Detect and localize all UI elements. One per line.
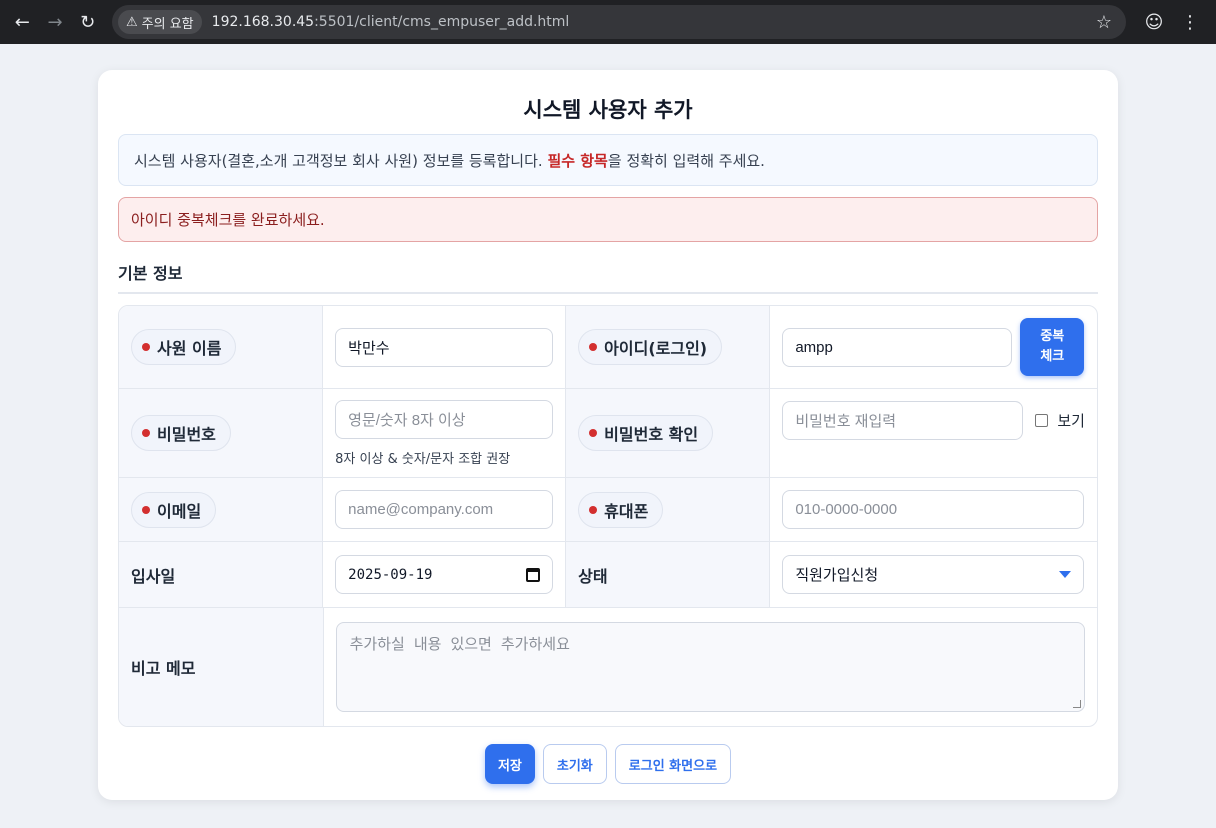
form-row-name-id: 사원 이름 박만수 아이디(로그인) ampp 중복 체크 — [119, 306, 1097, 389]
more-menu-icon[interactable]: ⋮ — [1174, 6, 1206, 38]
form-row-contact: 이메일 name@company.com 휴대폰 010-0000-0000 — [119, 478, 1097, 542]
password-input[interactable]: 영문/숫자 8자 이상 — [335, 399, 554, 439]
name-label: 사원 이름 — [157, 339, 222, 358]
email-input[interactable]: name@company.com — [335, 490, 554, 529]
security-warning-chip[interactable]: ⚠ 주의 요함 — [118, 10, 202, 34]
required-pill: 이메일 — [131, 491, 217, 528]
phone-input[interactable]: 010-0000-0000 — [782, 490, 1085, 529]
warning-triangle-icon: ⚠ — [126, 14, 138, 30]
memo-value-cell: 추가하실 내용 있으면 추가하세요 — [324, 608, 1097, 726]
email-value-cell: name@company.com — [323, 478, 567, 541]
browser-toolbar: ← → ↻ ⚠ 주의 요함 192.168.30.45:5501/client/… — [0, 0, 1216, 44]
name-label-cell: 사원 이름 — [119, 306, 324, 388]
required-pill: 사원 이름 — [131, 329, 237, 365]
phone-value-cell: 010-0000-0000 — [770, 478, 1097, 541]
memo-label-cell: 비고 메모 — [119, 608, 324, 726]
required-dot-icon — [589, 505, 598, 514]
info-box: 시스템 사용자(결혼,소개 고객정보 회사 사원) 정보를 등록합니다. 필수 … — [118, 134, 1098, 186]
alert-box: 아이디 중복체크를 완료하세요. — [118, 197, 1098, 242]
status-label-cell: 상태 — [566, 542, 771, 607]
form-card: 시스템 사용자 추가 시스템 사용자(결혼,소개 고객정보 회사 사원) 정보를… — [98, 70, 1118, 800]
form-row-password: 비밀번호 영문/숫자 8자 이상 8자 이상 & 숫자/문자 조합 권장 비밀번… — [119, 389, 1097, 478]
password-confirm-input[interactable]: 비밀번호 재입력 — [782, 401, 1024, 440]
required-dot-icon — [589, 343, 598, 351]
name-input[interactable]: 박만수 — [335, 327, 554, 367]
password-confirm-value-cell: 비밀번호 재입력 보기 — [770, 389, 1097, 477]
join-date-label-cell: 입사일 — [119, 542, 324, 607]
save-button[interactable]: 저장 — [484, 744, 535, 784]
info-text-suffix: 을 정확히 입력해 주세요. — [607, 151, 765, 170]
bookmark-star-icon[interactable]: ☆ — [1096, 12, 1112, 33]
status-label: 상태 — [578, 566, 608, 586]
required-pill: 휴대폰 — [578, 491, 664, 528]
status-value: 직원가입신청 — [795, 567, 879, 584]
show-password-checkbox[interactable] — [1035, 414, 1049, 427]
password-label: 비밀번호 — [157, 425, 216, 444]
info-required-text: 필수 항목 — [547, 151, 608, 170]
id-label-cell: 아이디(로그인) — [566, 306, 771, 388]
info-text-prefix: 시스템 사용자(결혼,소개 고객정보 회사 사원) 정보를 등록합니다. — [134, 151, 543, 170]
login-screen-button[interactable]: 로그인 화면으로 — [614, 744, 732, 784]
form-row-date-status: 입사일 2025-09-19 상태 직원가입신청 — [119, 542, 1097, 608]
security-label: 주의 요함 — [141, 16, 194, 32]
required-dot-icon — [589, 429, 598, 437]
section-title: 기본 정보 — [118, 260, 1098, 294]
address-bar[interactable]: ⚠ 주의 요함 192.168.30.45:5501/client/cms_em… — [112, 5, 1127, 39]
required-dot-icon — [142, 343, 150, 351]
chevron-down-icon — [1059, 571, 1072, 578]
join-date-value: 2025-09-19 — [348, 566, 433, 583]
url-path: :5501/client/cms_empuser_add.html — [314, 14, 570, 30]
id-value-cell: ampp 중복 체크 — [770, 306, 1097, 388]
calendar-icon[interactable] — [526, 567, 541, 582]
join-date-label: 입사일 — [131, 566, 176, 586]
required-dot-icon — [142, 505, 150, 514]
status-value-cell: 직원가입신청 — [770, 542, 1097, 607]
reload-icon[interactable]: ↻ — [73, 6, 102, 38]
required-pill: 아이디(로그인) — [578, 329, 723, 365]
form-table: 사원 이름 박만수 아이디(로그인) ampp 중복 체크 비밀번호 영문/숫자… — [118, 305, 1098, 727]
phone-label-cell: 휴대폰 — [566, 478, 771, 541]
password-hint: 8자 이상 & 숫자/문자 조합 권장 — [335, 451, 511, 467]
password-confirm-label-cell: 비밀번호 확인 — [566, 389, 771, 477]
memo-textarea[interactable]: 추가하실 내용 있으면 추가하세요 — [335, 622, 1085, 712]
email-label-cell: 이메일 — [119, 478, 324, 541]
resize-handle-icon[interactable] — [1072, 700, 1081, 708]
page-title: 시스템 사용자 추가 — [523, 98, 693, 122]
password-value-cell: 영문/숫자 8자 이상 8자 이상 & 숫자/문자 조합 권장 — [323, 389, 567, 477]
join-date-value-cell: 2025-09-19 — [323, 542, 567, 607]
name-value-cell: 박만수 — [323, 306, 567, 388]
action-bar: 저장 초기화 로그인 화면으로 — [118, 744, 1098, 784]
url-host: 192.168.30.45 — [211, 14, 315, 30]
password-confirm-label: 비밀번호 확인 — [604, 425, 699, 444]
id-label: 아이디(로그인) — [604, 339, 708, 358]
dup-check-line1: 중복 — [1040, 329, 1065, 344]
forward-arrow-icon[interactable]: → — [41, 6, 70, 38]
required-pill: 비밀번호 확인 — [578, 415, 714, 451]
password-label-cell: 비밀번호 — [119, 389, 324, 477]
status-select[interactable]: 직원가입신청 — [782, 555, 1085, 594]
dup-check-line2: 체크 — [1040, 349, 1065, 364]
memo-placeholder: 추가하실 내용 있으면 추가하세요 — [349, 635, 570, 653]
phone-label: 휴대폰 — [604, 501, 649, 521]
duplicate-check-button[interactable]: 중복 체크 — [1020, 318, 1085, 376]
back-arrow-icon[interactable]: ← — [8, 6, 37, 38]
form-row-memo: 비고 메모 추가하실 내용 있으면 추가하세요 — [119, 608, 1097, 726]
url-text[interactable]: 192.168.30.45:5501/client/cms_empuser_ad… — [212, 14, 570, 30]
required-dot-icon — [142, 429, 150, 437]
reset-button[interactable]: 초기화 — [542, 744, 607, 784]
id-input[interactable]: ampp — [782, 327, 1013, 367]
memo-label: 비고 메모 — [131, 659, 196, 678]
profile-icon[interactable]: ☺ — [1138, 6, 1170, 38]
email-label: 이메일 — [157, 501, 202, 521]
show-password-label[interactable]: 보기 — [1057, 410, 1085, 431]
required-pill: 비밀번호 — [131, 415, 231, 451]
join-date-input[interactable]: 2025-09-19 — [335, 555, 554, 594]
